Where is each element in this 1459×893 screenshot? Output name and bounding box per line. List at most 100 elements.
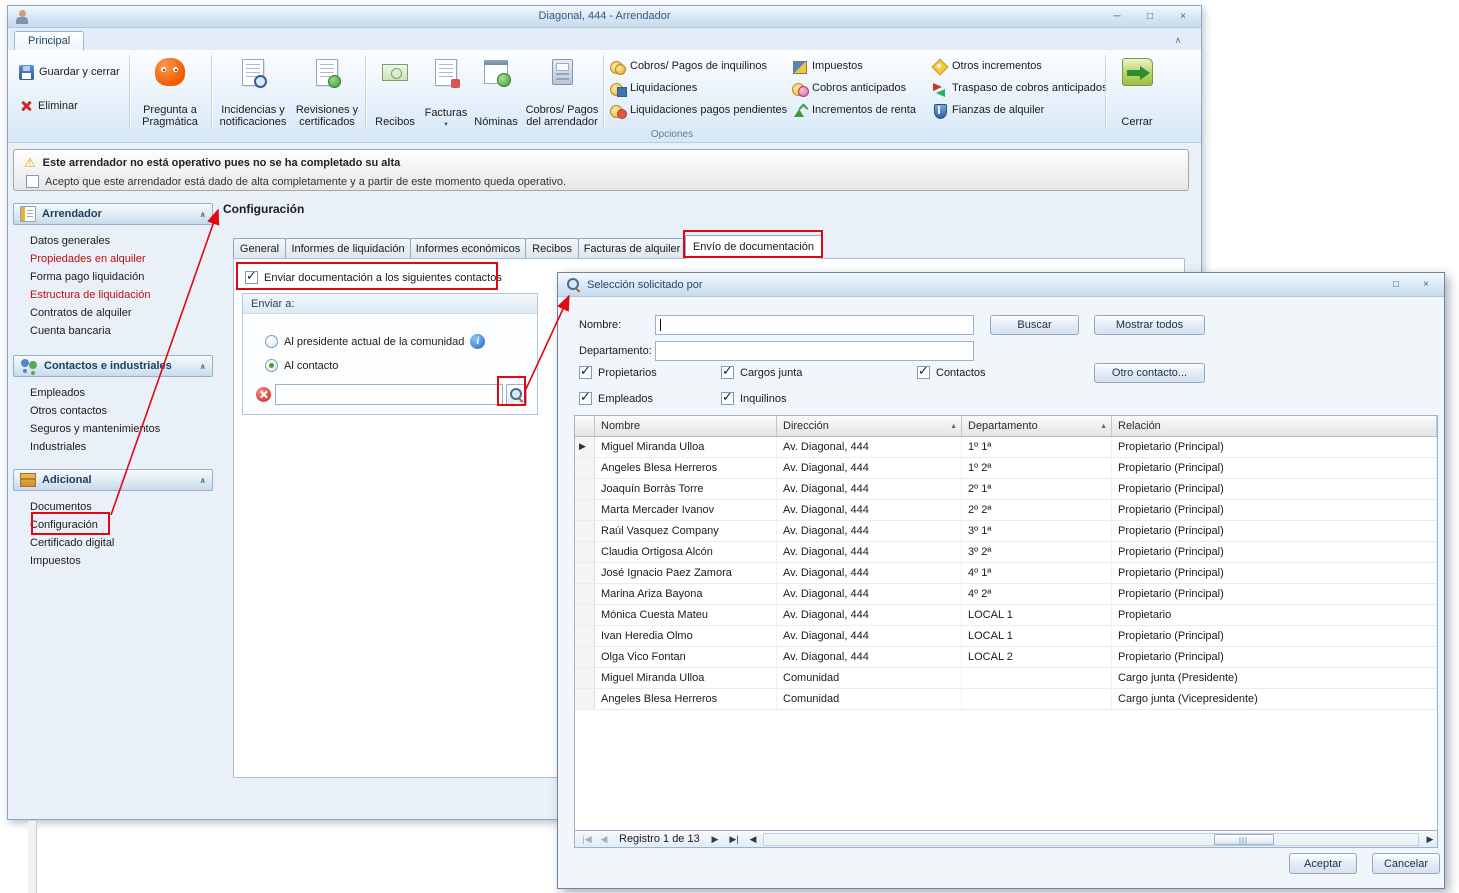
accept-button[interactable]: Aceptar: [1289, 853, 1357, 874]
sidebar-group-arrendador[interactable]: Arrendador ∧: [13, 203, 213, 225]
table-row[interactable]: Raúl Vasquez Company Av. Diagonal, 444 3…: [575, 521, 1437, 542]
ribbon-option-button[interactable]: Cobros anticipados: [789, 77, 927, 99]
contact-input[interactable]: [275, 384, 503, 405]
table-row[interactable]: José Ignacio Paez Zamora Av. Diagonal, 4…: [575, 563, 1437, 584]
nav-next-button[interactable]: ▶: [709, 832, 721, 847]
payroll-button[interactable]: Nóminas: [470, 53, 522, 131]
sidebar-item[interactable]: Datos generales: [30, 232, 215, 250]
chevron-up-icon[interactable]: ∧: [200, 210, 207, 219]
config-tab[interactable]: Recibos: [525, 238, 579, 259]
close-ribbon-button[interactable]: Cerrar: [1109, 53, 1165, 131]
contact-radio-row[interactable]: Al contacto: [265, 359, 338, 372]
filter-propietarios[interactable]: ✓ Propietarios: [579, 366, 657, 379]
sidebar-item[interactable]: Documentos: [30, 498, 215, 516]
chevron-up-icon[interactable]: ∧: [200, 362, 207, 371]
sidebar-item[interactable]: Impuestos: [30, 552, 215, 570]
sidebar-item[interactable]: Estructura de liquidación: [30, 286, 215, 304]
invoices-dropdown-icon[interactable]: ▼: [443, 122, 449, 128]
table-row[interactable]: Joaquín Borràs Torre Av. Diagonal, 444 2…: [575, 479, 1437, 500]
filter-propietarios-checkbox[interactable]: ✓: [579, 366, 592, 379]
revisions-button[interactable]: Revisiones y certificados: [292, 53, 362, 131]
ribbon-option-button[interactable]: Incrementos de renta: [789, 99, 927, 121]
filter-inquilinos[interactable]: ✓ Inquilinos: [721, 392, 786, 405]
table-row[interactable]: Marina Ariza Bayona Av. Diagonal, 444 4º…: [575, 584, 1437, 605]
clear-contact-icon[interactable]: [256, 387, 271, 402]
table-row[interactable]: Claudia Ortigosa Alcón Av. Diagonal, 444…: [575, 542, 1437, 563]
receipts-button[interactable]: Recibos: [368, 53, 422, 131]
filter-contactos[interactable]: ✓ Contactos: [917, 366, 986, 379]
ribbon-option-button[interactable]: Traspaso de cobros anticipados: [929, 77, 1105, 99]
filter-contactos-checkbox[interactable]: ✓: [917, 366, 930, 379]
president-radio-row[interactable]: Al presidente actual de la comunidad i: [265, 334, 485, 349]
sidebar-group-adicional[interactable]: Adicional ∧: [13, 469, 213, 491]
sidebar-item[interactable]: Industriales: [30, 438, 215, 456]
save-and-close-button[interactable]: Guardar y cerrar: [14, 60, 125, 84]
sidebar-item[interactable]: Propiedades en alquiler: [30, 250, 215, 268]
tab-principal[interactable]: Principal: [14, 31, 84, 50]
table-row[interactable]: Angeles Blesa Herreros Comunidad Cargo j…: [575, 689, 1437, 710]
incidents-button[interactable]: Incidencias y notificaciones: [214, 53, 292, 131]
ribbon-option-button[interactable]: Cobros/ Pagos de inquilinos: [607, 55, 789, 77]
hscroll-left-button[interactable]: ◀: [747, 832, 759, 847]
delete-button[interactable]: Eliminar: [14, 94, 83, 118]
column-header-relacion[interactable]: Relación: [1112, 416, 1437, 436]
sidebar-item[interactable]: Configuración: [30, 516, 215, 534]
send-docs-checkbox[interactable]: ✓: [245, 271, 258, 284]
sidebar-item[interactable]: Forma pago liquidación: [30, 268, 215, 286]
filter-cargos-junta[interactable]: ✓ Cargos junta: [721, 366, 802, 379]
hscroll-thumb[interactable]: [1214, 834, 1274, 845]
titlebar[interactable]: Diagonal, 444 - Arrendador ─ □ ×: [8, 6, 1201, 28]
config-tab[interactable]: Informes de liquidación: [285, 238, 411, 259]
table-row[interactable]: Miguel Miranda Ulloa Comunidad Cargo jun…: [575, 668, 1437, 689]
search-button[interactable]: Buscar: [990, 315, 1079, 335]
sidebar-item[interactable]: Seguros y mantenimientos: [30, 420, 215, 438]
dialog-titlebar[interactable]: Selección solicitado por □ ×: [558, 273, 1444, 297]
chevron-up-icon[interactable]: ∧: [200, 476, 207, 485]
table-row[interactable]: Marta Mercader Ivanov Av. Diagonal, 444 …: [575, 500, 1437, 521]
minimize-button[interactable]: ─: [1107, 9, 1127, 25]
ribbon-option-button[interactable]: Fianzas de alquiler: [929, 99, 1105, 121]
invoices-button[interactable]: Facturas ▼: [422, 53, 470, 131]
filter-empleados[interactable]: ✓ Empleados: [579, 392, 653, 405]
filter-empleados-checkbox[interactable]: ✓: [579, 392, 592, 405]
accept-operative-checkbox[interactable]: [26, 175, 39, 188]
radio-president[interactable]: [265, 335, 278, 348]
send-docs-checkbox-row[interactable]: ✓ Enviar documentación a los siguientes …: [245, 271, 502, 284]
ribbon-option-button[interactable]: Liquidaciones pagos pendientes: [607, 99, 789, 121]
table-row[interactable]: ▶ Miguel Miranda Ulloa Av. Diagonal, 444…: [575, 437, 1437, 458]
radio-contact[interactable]: [265, 359, 278, 372]
column-header-departamento[interactable]: Departamento▲: [962, 416, 1112, 436]
name-input[interactable]: [655, 315, 974, 335]
nav-first-button[interactable]: |◀: [578, 832, 596, 847]
hscroll-right-button[interactable]: ▶: [1424, 832, 1436, 847]
column-header-direccion[interactable]: Dirección▲: [777, 416, 962, 436]
dialog-close-button[interactable]: ×: [1416, 277, 1436, 293]
sidebar-group-contactos[interactable]: Contactos e industriales ∧: [13, 355, 213, 377]
ribbon-option-button[interactable]: Otros incrementos: [929, 55, 1105, 77]
filter-inquilinos-checkbox[interactable]: ✓: [721, 392, 734, 405]
table-row[interactable]: Olga Vico Fontan Av. Diagonal, 444 LOCAL…: [575, 647, 1437, 668]
column-header-nombre[interactable]: Nombre: [595, 416, 777, 436]
config-tab[interactable]: Informes económicos: [410, 238, 526, 259]
landlord-payments-button[interactable]: Cobros/ Pagos del arrendador: [522, 53, 602, 131]
nav-last-button[interactable]: ▶|: [725, 832, 743, 847]
sidebar-item[interactable]: Otros contactos: [30, 402, 215, 420]
sidebar-item[interactable]: Contratos de alquiler: [30, 304, 215, 322]
other-contact-button[interactable]: Otro contacto...: [1094, 363, 1205, 383]
info-icon[interactable]: i: [470, 334, 485, 349]
nav-prev-button[interactable]: ◀: [598, 832, 610, 847]
sidebar-item[interactable]: Empleados: [30, 384, 215, 402]
filter-cargos-junta-checkbox[interactable]: ✓: [721, 366, 734, 379]
hscroll-track[interactable]: [763, 833, 1419, 846]
department-input[interactable]: [655, 341, 974, 361]
ribbon-collapse-icon[interactable]: ∧: [1169, 33, 1187, 47]
cancel-button[interactable]: Cancelar: [1372, 853, 1440, 874]
ask-pragmatica-button[interactable]: Pregunta a Pragmática: [132, 53, 208, 131]
config-tab[interactable]: General: [233, 238, 286, 259]
config-tab[interactable]: Envío de documentación: [685, 235, 822, 259]
table-row[interactable]: Ivan Heredia Olmo Av. Diagonal, 444 LOCA…: [575, 626, 1437, 647]
table-row[interactable]: Mónica Cuesta Mateu Av. Diagonal, 444 LO…: [575, 605, 1437, 626]
contact-search-button[interactable]: [506, 384, 527, 405]
maximize-button[interactable]: □: [1140, 9, 1160, 25]
table-row[interactable]: Angeles Blesa Herreros Av. Diagonal, 444…: [575, 458, 1437, 479]
